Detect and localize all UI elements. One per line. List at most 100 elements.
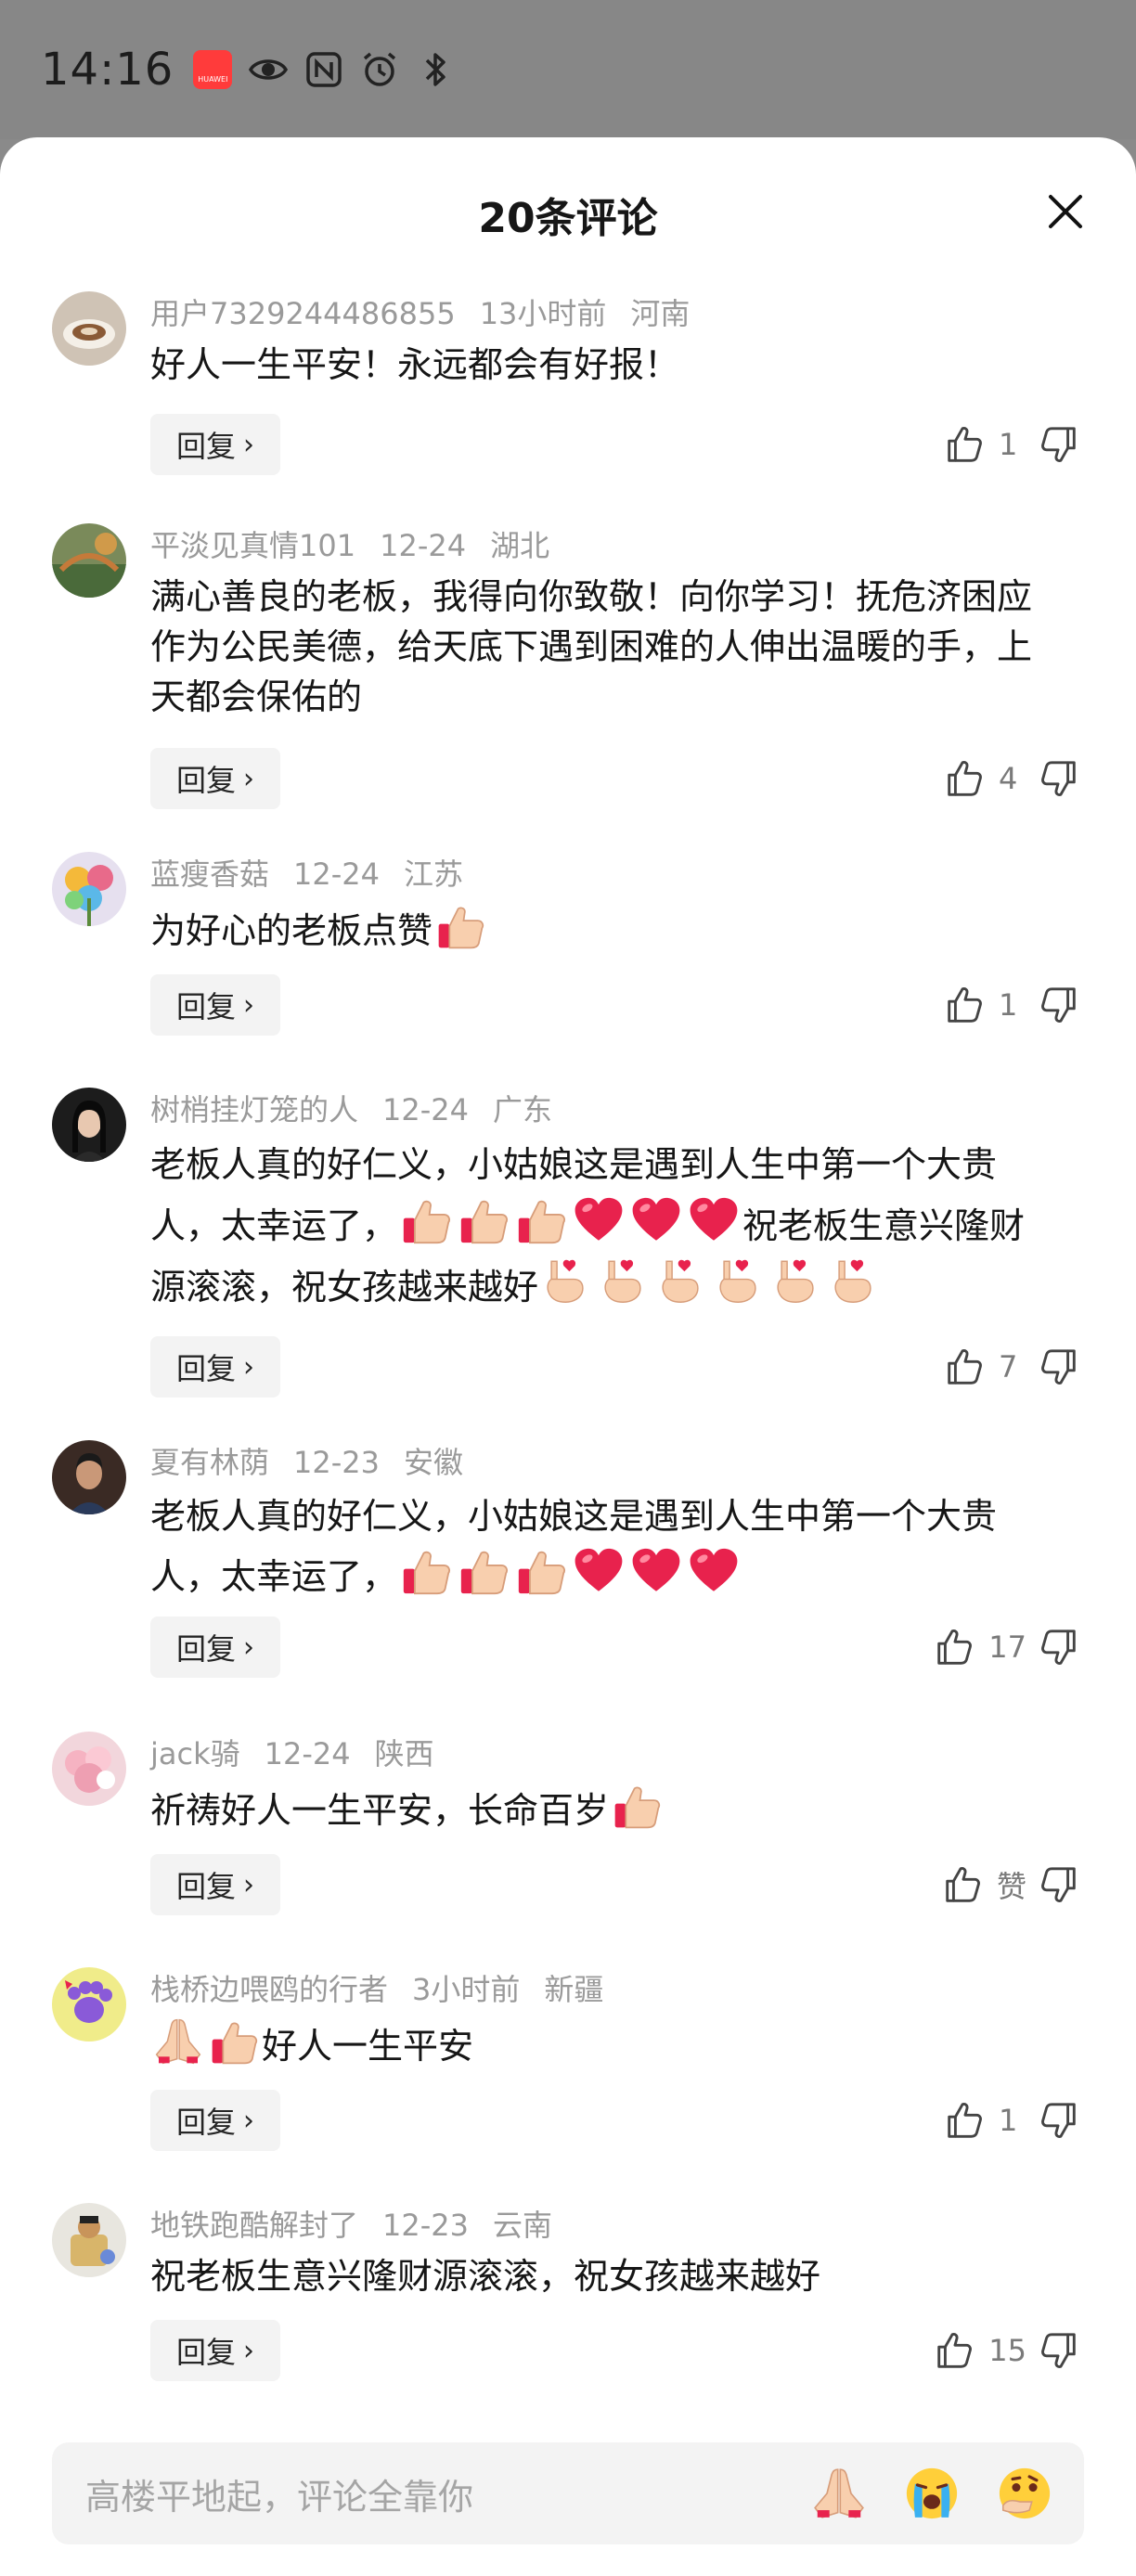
quick-emoji-bar bbox=[809, 2464, 1054, 2523]
thumbs-up-emoji bbox=[457, 1544, 510, 1598]
chevron-right-icon: › bbox=[243, 762, 254, 795]
like-count: 7 bbox=[999, 1349, 1018, 1385]
avatar[interactable] bbox=[52, 1967, 126, 2041]
comment-username[interactable]: jack骑 bbox=[150, 1736, 240, 1771]
finger-heart-emoji bbox=[770, 1255, 824, 1308]
thumbs-up-icon bbox=[943, 984, 986, 1026]
comment-region: 云南 bbox=[493, 2208, 553, 2243]
crying-emoji[interactable] bbox=[902, 2464, 962, 2523]
avatar[interactable] bbox=[52, 2203, 126, 2277]
close-icon[interactable] bbox=[1043, 189, 1088, 234]
reply-button[interactable]: 回复 › bbox=[150, 974, 280, 1036]
chevron-right-icon: › bbox=[243, 988, 254, 1022]
reply-button[interactable]: 回复 › bbox=[150, 2320, 280, 2381]
pray-emoji[interactable] bbox=[809, 2464, 869, 2523]
comment-meta: 蓝瘦香菇 12-24 江苏 bbox=[150, 856, 487, 893]
comment-region: 河南 bbox=[630, 296, 691, 331]
like-count: 4 bbox=[999, 761, 1018, 796]
thumbs-up-emoji bbox=[399, 1544, 453, 1598]
reply-button[interactable]: 回复 › bbox=[150, 748, 280, 809]
thumbs-up-emoji bbox=[208, 2016, 260, 2067]
reply-button[interactable]: 回复 › bbox=[150, 1854, 280, 1915]
comment-region: 湖北 bbox=[490, 528, 550, 563]
thumbs-down-icon[interactable] bbox=[1038, 1346, 1080, 1388]
comment-username[interactable]: 栈桥边喂鸥的行者 bbox=[150, 1972, 388, 2007]
like-button[interactable]: 7 bbox=[943, 1336, 1026, 1397]
chevron-right-icon: › bbox=[243, 2104, 254, 2137]
thumbs-up-emoji bbox=[399, 1193, 453, 1247]
sheet-title: 20条评论 bbox=[478, 195, 658, 242]
thumbs-down-icon[interactable] bbox=[1038, 757, 1080, 800]
comment-meta: 夏有林荫 12-23 安徽 bbox=[150, 1444, 487, 1481]
comment-time: 12-24 bbox=[293, 857, 380, 892]
thumbs-down-icon[interactable] bbox=[1038, 1863, 1080, 1906]
comment-time: 12-24 bbox=[380, 528, 467, 563]
like-button[interactable]: 赞 bbox=[941, 1854, 1026, 1915]
comment-region: 陕西 bbox=[374, 1736, 434, 1771]
thumbs-up-emoji bbox=[434, 900, 486, 952]
like-button[interactable]: 1 bbox=[943, 414, 1026, 475]
alarm-icon bbox=[359, 49, 400, 90]
comment-region: 江苏 bbox=[404, 857, 464, 892]
comment-text: 祝老板生意兴隆财源滚滚，祝女孩越来越好 bbox=[150, 2256, 821, 2297]
pray-emoji bbox=[152, 2016, 204, 2067]
comment-time: 12-23 bbox=[293, 1445, 380, 1480]
thumbs-up-icon bbox=[943, 423, 986, 466]
thumbs-up-icon bbox=[933, 2329, 975, 2372]
thumbs-down-icon[interactable] bbox=[1038, 1626, 1080, 1668]
avatar[interactable] bbox=[52, 1088, 126, 1162]
avatar[interactable] bbox=[52, 291, 126, 366]
huawei-app-icon: HUAWEI bbox=[192, 49, 233, 90]
comment-region: 广东 bbox=[493, 1092, 553, 1127]
finger-heart-emoji bbox=[598, 1255, 652, 1308]
comment-text: 老板人真的好仁义，小姑娘这是遇到人生中第一个大贵 人，太幸运了， bbox=[150, 1496, 998, 1598]
comment-username[interactable]: 用户7329244486855 bbox=[150, 296, 456, 331]
like-button[interactable]: 1 bbox=[943, 2090, 1026, 2151]
comment-input[interactable]: 高楼平地起，评论全靠你 bbox=[85, 2468, 809, 2519]
like-button[interactable]: 15 bbox=[933, 2320, 1026, 2381]
heart-emoji bbox=[687, 1544, 741, 1598]
avatar[interactable] bbox=[52, 852, 126, 926]
chevron-right-icon: › bbox=[243, 1630, 254, 1664]
thumbs-down-icon[interactable] bbox=[1038, 2329, 1080, 2372]
comment-meta: jack骑 12-24 陕西 bbox=[150, 1735, 458, 1772]
comment-text: 祈祷好人一生平安，长命百岁 bbox=[150, 1780, 1088, 1835]
chevron-right-icon: › bbox=[243, 428, 254, 461]
comment-username[interactable]: 蓝瘦香菇 bbox=[150, 857, 269, 892]
heart-emoji bbox=[687, 1193, 741, 1247]
like-button[interactable]: 17 bbox=[933, 1616, 1026, 1678]
eye-icon bbox=[248, 49, 289, 90]
comment-input-bar[interactable]: 高楼平地起，评论全靠你 bbox=[52, 2442, 1084, 2544]
reply-button[interactable]: 回复 › bbox=[150, 414, 280, 475]
reply-button[interactable]: 回复 › bbox=[150, 1336, 280, 1397]
comment-username[interactable]: 树梢挂灯笼的人 bbox=[150, 1092, 358, 1127]
comment-username[interactable]: 夏有林荫 bbox=[150, 1445, 269, 1480]
sheet-header: 20条评论 bbox=[0, 137, 1136, 286]
avatar[interactable] bbox=[52, 1732, 126, 1806]
finger-heart-emoji bbox=[828, 1255, 882, 1308]
thumbs-down-icon[interactable] bbox=[1038, 984, 1080, 1026]
like-button[interactable]: 1 bbox=[943, 974, 1026, 1036]
comment-text: 好人一生平安 bbox=[150, 2016, 1088, 2071]
nfc-icon bbox=[303, 49, 344, 90]
avatar[interactable] bbox=[52, 523, 126, 598]
comment-meta: 地铁跑酷解封了 12-23 云南 bbox=[150, 2207, 576, 2244]
status-time: 14:16 bbox=[41, 44, 174, 96]
comment-meta: 平淡见真情101 12-24 湖北 bbox=[150, 527, 574, 564]
thumbs-down-icon[interactable] bbox=[1038, 2099, 1080, 2142]
reply-button[interactable]: 回复 › bbox=[150, 2090, 280, 2151]
like-button[interactable]: 4 bbox=[943, 748, 1026, 809]
thinking-emoji[interactable] bbox=[995, 2464, 1054, 2523]
thumbs-down-icon[interactable] bbox=[1038, 423, 1080, 466]
finger-heart-emoji bbox=[540, 1255, 594, 1308]
finger-heart-emoji bbox=[655, 1255, 709, 1308]
thumbs-up-icon bbox=[933, 1626, 975, 1668]
thumbs-up-icon bbox=[941, 1863, 984, 1906]
comment-time: 13小时前 bbox=[479, 296, 607, 331]
comment-time: 12-23 bbox=[382, 2208, 469, 2243]
comment-username[interactable]: 地铁跑酷解封了 bbox=[150, 2208, 358, 2243]
avatar[interactable] bbox=[52, 1440, 126, 1514]
reply-button[interactable]: 回复 › bbox=[150, 1616, 280, 1678]
comment-username[interactable]: 平淡见真情101 bbox=[150, 528, 355, 563]
comment-time: 3小时前 bbox=[412, 1972, 521, 2007]
